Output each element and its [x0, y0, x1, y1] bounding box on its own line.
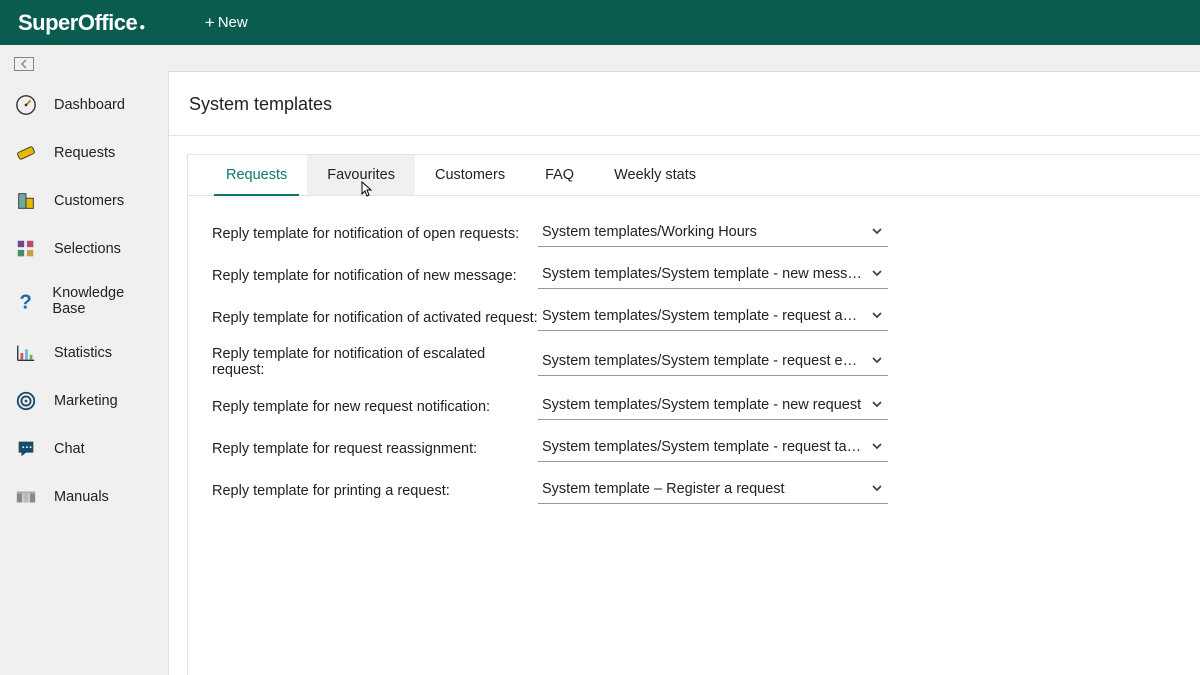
sidebar-item-label: Marketing [54, 393, 118, 409]
chat-icon [14, 437, 38, 461]
target-icon [14, 389, 38, 413]
sidebar-collapse-toggle[interactable] [0, 53, 168, 81]
chevron-down-icon [870, 439, 884, 457]
tab-favourites[interactable]: Favourites [307, 155, 415, 195]
form-label: Reply template for printing a request: [212, 483, 538, 499]
chevron-down-icon [870, 397, 884, 415]
content-box: RequestsFavouritesCustomersFAQWeekly sta… [187, 154, 1200, 675]
chevron-down-icon [870, 481, 884, 499]
plus-icon: + [205, 13, 215, 33]
select-value: System templates/System template - reque… [542, 353, 864, 369]
form-row: Reply template for request reassignment:… [212, 435, 1200, 462]
form-rows: Reply template for notification of open … [188, 196, 1200, 504]
select-value: System template – Register a request [542, 481, 785, 497]
tab-weekly-stats[interactable]: Weekly stats [594, 155, 716, 195]
template-select[interactable]: System templates/Working Hours [538, 220, 888, 247]
sidebar-item-marketing[interactable]: Marketing [0, 377, 168, 425]
chevron-down-icon [870, 353, 884, 371]
new-button[interactable]: + New [205, 13, 248, 33]
chevron-down-icon [870, 308, 884, 326]
form-label: Reply template for new request notificat… [212, 399, 538, 415]
page-title: System templates [169, 72, 1200, 136]
sidebar-item-statistics[interactable]: Statistics [0, 329, 168, 377]
form-label: Reply template for notification of escal… [212, 346, 538, 378]
sidebar-item-label: Chat [54, 441, 85, 457]
sidebar-item-manuals[interactable]: Manuals [0, 473, 168, 521]
form-row: Reply template for notification of escal… [212, 346, 1200, 378]
gauge-icon [14, 93, 38, 117]
form-label: Reply template for notification of open … [212, 226, 538, 242]
building-icon [14, 189, 38, 213]
sidebar-item-customers[interactable]: Customers [0, 177, 168, 225]
question-icon: ? [14, 289, 36, 313]
sidebar-item-selections[interactable]: Selections [0, 225, 168, 273]
ticket-icon [14, 141, 38, 165]
chevron-down-icon [870, 224, 884, 242]
sidebar-item-label: Requests [54, 145, 115, 161]
select-value: System templates/Working Hours [542, 224, 757, 240]
template-select[interactable]: System templates/System template - new m… [538, 262, 888, 289]
main-panel: System templates RequestsFavouritesCusto… [168, 71, 1200, 675]
app-logo: SuperOffice● [18, 10, 145, 36]
form-label: Reply template for request reassignment: [212, 441, 538, 457]
form-row: Reply template for notification of open … [212, 220, 1200, 247]
form-label: Reply template for notification of new m… [212, 268, 538, 284]
sidebar-item-label: Dashboard [54, 97, 125, 113]
form-row: Reply template for notification of activ… [212, 304, 1200, 331]
sidebar-item-label: Manuals [54, 489, 109, 505]
select-value: System templates/System template - reque… [542, 308, 864, 324]
sidebar-item-label: Knowledge Base [52, 285, 154, 317]
sidebar: Dashboard Requests Customers Selections? Kno… [0, 45, 168, 675]
sidebar-item-knowledge-base[interactable]: ? Knowledge Base [0, 273, 168, 329]
tab-faq[interactable]: FAQ [525, 155, 594, 195]
sidebar-item-label: Customers [54, 193, 124, 209]
sidebar-item-label: Selections [54, 241, 121, 257]
form-row: Reply template for new request notificat… [212, 393, 1200, 420]
sidebar-item-requests[interactable]: Requests [0, 129, 168, 177]
sidebar-item-chat[interactable]: Chat [0, 425, 168, 473]
chevron-down-icon [870, 266, 884, 284]
form-row: Reply template for notification of new m… [212, 262, 1200, 289]
manuals-icon [14, 485, 38, 509]
select-value: System templates/System template - new m… [542, 266, 864, 282]
template-select[interactable]: System templates/System template - reque… [538, 349, 888, 376]
top-bar: SuperOffice● + New [0, 0, 1200, 45]
tabs: RequestsFavouritesCustomersFAQWeekly sta… [188, 155, 1200, 196]
template-select[interactable]: System template – Register a request [538, 477, 888, 504]
template-select[interactable]: System templates/System template - reque… [538, 435, 888, 462]
template-select[interactable]: System templates/System template - new r… [538, 393, 888, 420]
template-select[interactable]: System templates/System template - reque… [538, 304, 888, 331]
tab-requests[interactable]: Requests [206, 155, 307, 195]
grid-icon [14, 237, 38, 261]
sidebar-item-label: Statistics [54, 345, 112, 361]
tab-customers[interactable]: Customers [415, 155, 525, 195]
sidebar-item-dashboard[interactable]: Dashboard [0, 81, 168, 129]
select-value: System templates/System template - reque… [542, 439, 864, 455]
select-value: System templates/System template - new r… [542, 397, 861, 413]
form-label: Reply template for notification of activ… [212, 310, 538, 326]
form-row: Reply template for printing a request:Sy… [212, 477, 1200, 504]
chart-icon [14, 341, 38, 365]
svg-text:?: ? [20, 291, 32, 312]
